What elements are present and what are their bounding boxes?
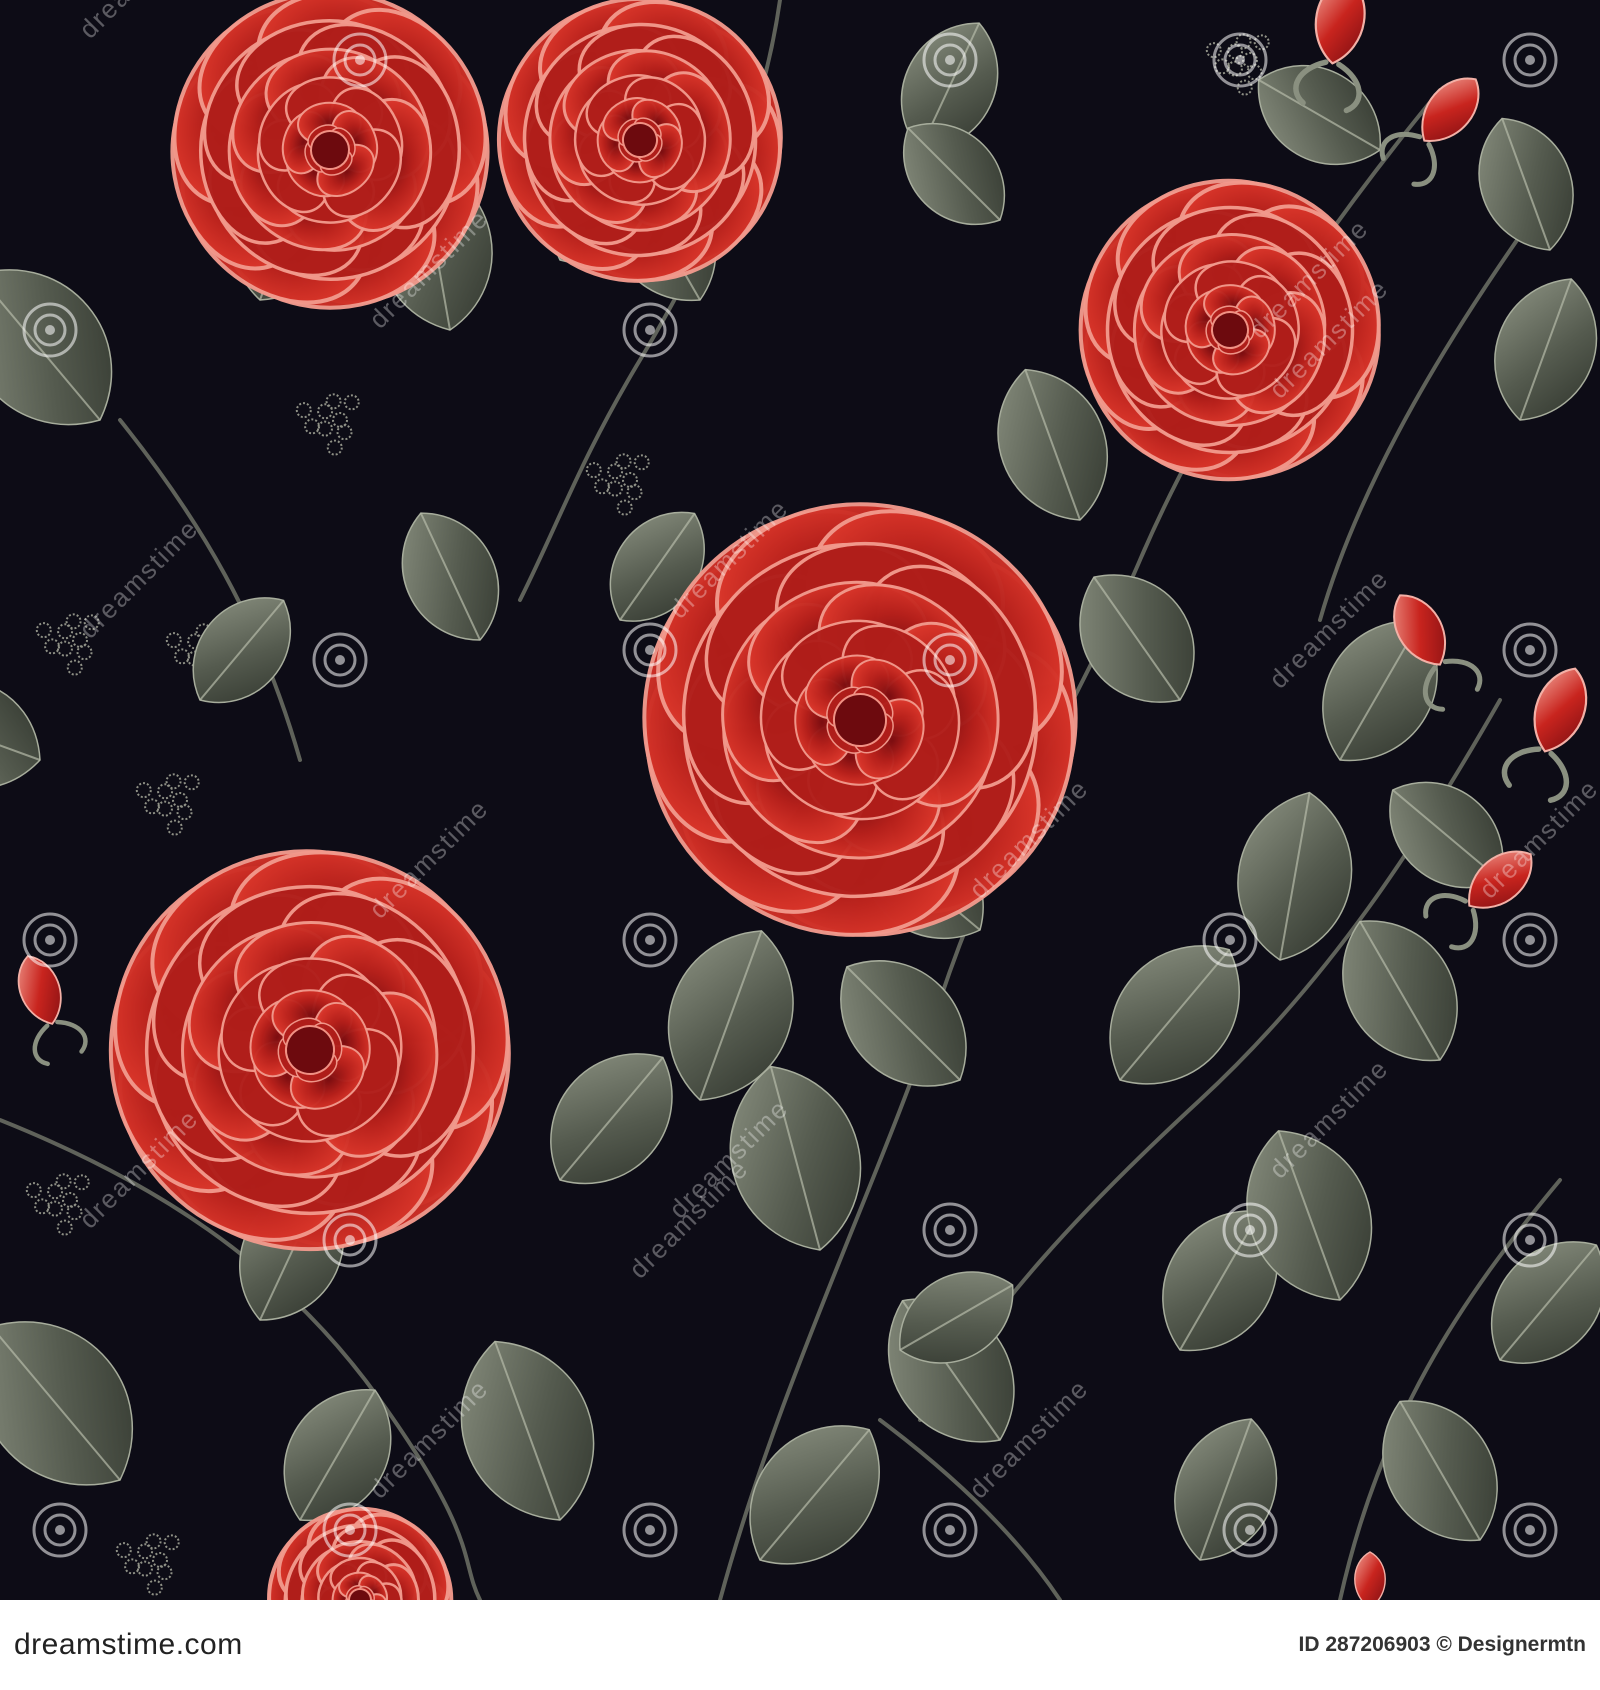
swirl-dot — [1235, 55, 1245, 65]
swirl-dot — [945, 655, 955, 665]
swirl-dot — [1245, 1225, 1255, 1235]
swirl-dot — [1245, 1525, 1255, 1535]
swirl-dot — [645, 935, 655, 945]
swirl-dot — [335, 655, 345, 665]
image-credit: ID 287206903 © Designermtn — [1298, 1633, 1586, 1656]
swirl-dot — [645, 1525, 655, 1535]
swirl-dot — [1225, 935, 1235, 945]
swirl-dot — [345, 1525, 355, 1535]
swirl-dot — [345, 1235, 355, 1245]
swirl-dot — [945, 55, 955, 65]
swirl-dot — [945, 1225, 955, 1235]
swirl-dot — [355, 55, 365, 65]
swirl-dot — [1525, 1235, 1535, 1245]
swirl-dot — [1525, 645, 1535, 655]
brand-logo-text: dreamstime.com — [14, 1628, 243, 1661]
rose-pattern-svg: dreamstimedreamstimedreamstimedreamstime… — [0, 0, 1600, 1600]
rose-pattern-artwork: dreamstime dreamstime dreamstime dreamstime… — [0, 0, 1600, 1600]
swirl-dot — [45, 935, 55, 945]
swirl-dot — [1525, 55, 1535, 65]
swirl-dot — [45, 325, 55, 335]
stock-image-frame: dreamstime dreamstime dreamstime dreamstime… — [0, 0, 1600, 1690]
swirl-dot — [945, 1525, 955, 1535]
swirl-dot — [645, 645, 655, 655]
footer-bar: dreamstime.com ID 287206903 © Designermt… — [0, 1600, 1600, 1690]
swirl-dot — [55, 1525, 65, 1535]
swirl-dot — [1525, 935, 1535, 945]
swirl-dot — [1525, 1525, 1535, 1535]
swirl-dot — [645, 325, 655, 335]
